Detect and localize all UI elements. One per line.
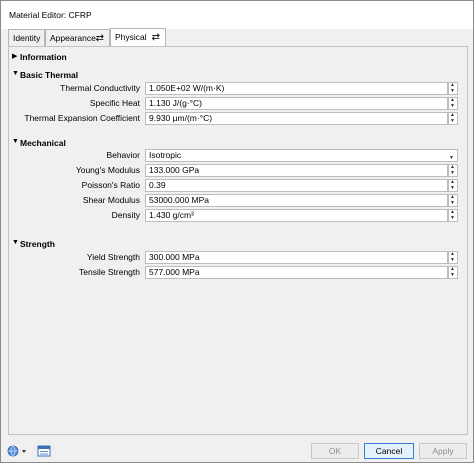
property-row: Poisson's Ratio 0.39 ▲ ▼ — [9, 179, 467, 193]
behavior-select[interactable]: Isotropic ▼ — [145, 149, 458, 162]
section-information[interactable]: ▶ Information — [9, 50, 467, 64]
swap-icon: ⇄ — [151, 32, 160, 43]
spinner[interactable]: ▲ ▼ — [448, 164, 458, 177]
collapse-arrow-icon: ▼ — [12, 138, 19, 145]
spin-down-icon: ▼ — [450, 170, 455, 176]
property-row: Tensile Strength 577.000 MPa ▲ ▼ — [9, 266, 467, 280]
section-mechanical[interactable]: ▼ Mechanical — [9, 136, 467, 150]
tab-physical-label: Physical — [115, 32, 147, 42]
thermal-expansion-input[interactable]: 9.930 µm/(m·°C) — [145, 112, 448, 125]
property-row: Yield Strength 300.000 MPa ▲ ▼ — [9, 251, 467, 265]
property-label: Thermal Conductivity — [60, 83, 140, 93]
tab-identity-label: Identity — [13, 33, 41, 43]
section-label: Mechanical — [20, 138, 66, 148]
specific-heat-input[interactable]: 1.130 J/(g·°C) — [145, 97, 448, 110]
property-label: Thermal Expansion Coefficient — [24, 113, 140, 123]
behavior-value: Isotropic — [149, 150, 182, 160]
property-label: Specific Heat — [89, 98, 140, 108]
thermal-conductivity-input[interactable]: 1.050E+02 W/(m·K) — [145, 82, 448, 95]
spinner[interactable]: ▲ ▼ — [448, 194, 458, 207]
button-bar: OK Cancel Apply — [1, 441, 473, 462]
collapse-arrow-icon: ▼ — [12, 70, 19, 77]
tab-identity[interactable]: Identity — [8, 29, 45, 47]
density-input[interactable]: 1.430 g/cm³ — [145, 209, 448, 222]
chevron-down-icon: ▼ — [449, 155, 454, 161]
spinner[interactable]: ▲ ▼ — [448, 209, 458, 222]
properties-panel: ▶ Information ▼ Basic Thermal Thermal Co… — [8, 46, 468, 435]
title-bar: Material Editor: CFRP — [1, 1, 473, 29]
section-strength[interactable]: ▼ Strength — [9, 237, 467, 251]
swap-icon: ⇄ — [95, 33, 104, 44]
list-button[interactable] — [37, 444, 51, 458]
spin-down-icon: ▼ — [450, 103, 455, 109]
spin-down-icon: ▼ — [450, 88, 455, 94]
section-basic-thermal[interactable]: ▼ Basic Thermal — [9, 68, 467, 82]
window-title: Material Editor: CFRP — [9, 10, 92, 20]
spinner[interactable]: ▲ ▼ — [448, 251, 458, 264]
globe-icon — [7, 445, 26, 457]
property-label: Behavior — [106, 150, 140, 160]
apply-button[interactable]: Apply — [419, 443, 467, 459]
property-row: Thermal Expansion Coefficient 9.930 µm/(… — [9, 112, 467, 126]
youngs-modulus-input[interactable]: 133.000 GPa — [145, 164, 448, 177]
spin-down-icon: ▼ — [450, 257, 455, 263]
spin-down-icon: ▼ — [450, 185, 455, 191]
spin-down-icon: ▼ — [450, 215, 455, 221]
section-label: Strength — [20, 239, 55, 249]
list-icon — [37, 445, 51, 457]
tab-bar: Identity Appearance ⇄ Physical ⇄ — [8, 28, 468, 47]
globe-menu-button[interactable] — [7, 444, 31, 458]
poissons-ratio-input[interactable]: 0.39 — [145, 179, 448, 192]
spinner[interactable]: ▲ ▼ — [448, 82, 458, 95]
cancel-button[interactable]: Cancel — [364, 443, 414, 459]
property-row: Thermal Conductivity 1.050E+02 W/(m·K) ▲… — [9, 82, 467, 96]
property-row: Density 1.430 g/cm³ ▲ ▼ — [9, 209, 467, 223]
property-label: Yield Strength — [86, 252, 140, 262]
spin-down-icon: ▼ — [450, 118, 455, 124]
yield-strength-input[interactable]: 300.000 MPa — [145, 251, 448, 264]
spinner[interactable]: ▲ ▼ — [448, 179, 458, 192]
spinner[interactable]: ▲ ▼ — [448, 112, 458, 125]
collapse-arrow-icon: ▼ — [12, 239, 19, 246]
spinner[interactable]: ▲ ▼ — [448, 266, 458, 279]
tab-physical[interactable]: Physical ⇄ — [110, 28, 166, 47]
property-row: Behavior Isotropic ▼ — [9, 149, 467, 163]
expand-arrow-icon: ▶ — [12, 53, 18, 60]
property-label: Poisson's Ratio — [81, 180, 140, 190]
property-label: Young's Modulus — [75, 165, 140, 175]
shear-modulus-input[interactable]: 53000.000 MPa — [145, 194, 448, 207]
material-editor-window: Material Editor: CFRP Identity Appearanc… — [0, 0, 474, 463]
property-label: Tensile Strength — [79, 267, 140, 277]
section-label: Basic Thermal — [20, 70, 79, 80]
tab-appearance[interactable]: Appearance ⇄ — [45, 29, 110, 47]
property-row: Specific Heat 1.130 J/(g·°C) ▲ ▼ — [9, 97, 467, 111]
spinner[interactable]: ▲ ▼ — [448, 97, 458, 110]
section-label: Information — [20, 52, 67, 62]
tensile-strength-input[interactable]: 577.000 MPa — [145, 266, 448, 279]
property-label: Density — [111, 210, 140, 220]
tab-appearance-label: Appearance — [50, 33, 96, 43]
property-label: Shear Modulus — [82, 195, 140, 205]
spin-down-icon: ▼ — [450, 272, 455, 278]
ok-button[interactable]: OK — [311, 443, 359, 459]
property-row: Shear Modulus 53000.000 MPa ▲ ▼ — [9, 194, 467, 208]
property-row: Young's Modulus 133.000 GPa ▲ ▼ — [9, 164, 467, 178]
spin-down-icon: ▼ — [450, 200, 455, 206]
